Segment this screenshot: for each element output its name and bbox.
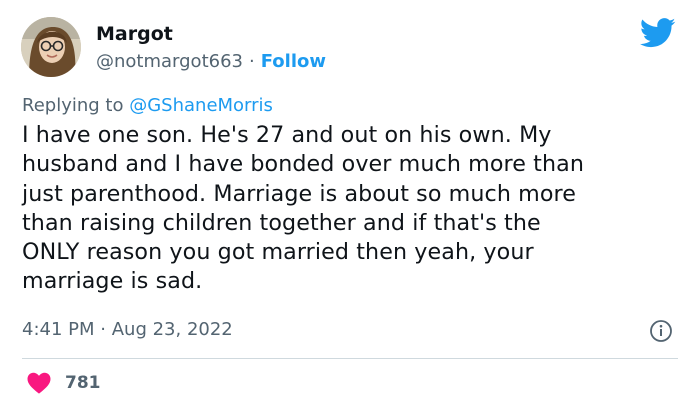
replying-to: Replying to @GShaneMorris bbox=[22, 94, 273, 118]
separator-dot: · bbox=[248, 51, 255, 72]
avatar-image bbox=[21, 17, 81, 77]
timestamp-separator: · bbox=[100, 319, 106, 340]
author-handle-row: @notmargot663 · Follow bbox=[96, 50, 326, 74]
replying-prefix: Replying to bbox=[22, 95, 124, 116]
avatar[interactable] bbox=[21, 17, 81, 77]
follow-button[interactable]: Follow bbox=[261, 51, 326, 72]
author-name[interactable]: Margot bbox=[96, 22, 173, 46]
like-count: 781 bbox=[65, 373, 101, 393]
heart-icon[interactable] bbox=[27, 372, 51, 394]
likes-row[interactable]: 781 bbox=[27, 371, 101, 395]
tweet-card: Margot @notmargot663 · Follow Replying to … bbox=[0, 0, 700, 410]
tweet-time: 4:41 PM bbox=[22, 319, 95, 340]
author-handle[interactable]: @notmargot663 bbox=[96, 51, 243, 72]
tweet-date: Aug 23, 2022 bbox=[111, 319, 233, 340]
divider bbox=[22, 358, 678, 359]
tweet-text: I have one son. He's 27 and out on his o… bbox=[22, 122, 585, 295]
info-icon[interactable] bbox=[649, 319, 673, 343]
reply-mention-link[interactable]: @GShaneMorris bbox=[129, 95, 273, 116]
tweet-timestamp[interactable]: 4:41 PM · Aug 23, 2022 bbox=[22, 318, 233, 342]
twitter-bird-icon[interactable] bbox=[640, 18, 676, 48]
